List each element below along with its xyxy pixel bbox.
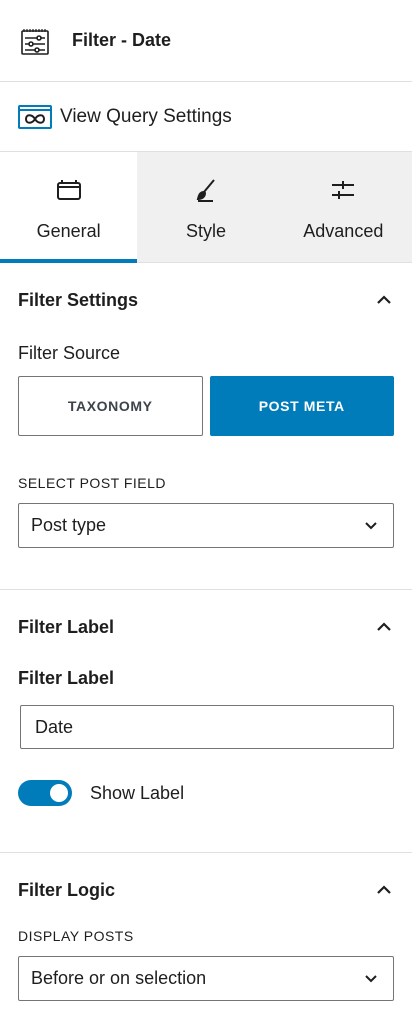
filter-logic-panel: Filter Logic DISPLAY POSTS Before or on … — [0, 853, 412, 1023]
block-title: Filter - Date — [72, 30, 172, 50]
filter-source-label: Filter Source — [18, 343, 121, 363]
chevron-down-icon — [361, 516, 381, 536]
filter-label-panel: Filter Label Filter Label Date Show Labe… — [0, 590, 412, 853]
view-query-settings-label: View Query Settings — [60, 105, 232, 127]
tab-general[interactable]: General — [0, 152, 138, 263]
filter-logic-toggle[interactable]: Filter Logic — [18, 853, 394, 927]
display-posts-select[interactable]: Before or on selection — [18, 956, 394, 1001]
block-header: Filter - Date — [0, 0, 412, 82]
post-meta-button[interactable]: POST META — [209, 376, 394, 436]
filter-label-toggle[interactable]: Filter Label — [18, 590, 394, 664]
filter-settings-panel: Filter Settings Filter Source TAXONOMY P… — [0, 263, 412, 590]
settings-tabs: General Style Advanced — [0, 152, 412, 263]
tab-style-label: Style — [185, 220, 226, 241]
filter-logic-title: Filter Logic — [18, 879, 116, 900]
filter-source-toggle-group: TAXONOMY POST META — [18, 376, 394, 436]
post-field-value: Post type — [31, 515, 107, 535]
display-posts-label: DISPLAY POSTS — [18, 928, 134, 944]
taxonomy-button[interactable]: TAXONOMY — [18, 376, 203, 436]
query-loop-icon — [18, 103, 54, 131]
filter-label-field-label: Filter Label — [18, 668, 115, 688]
display-posts-value: Before or on selection — [31, 968, 207, 988]
chevron-up-icon — [374, 880, 394, 900]
filter-label-input[interactable]: Date — [20, 705, 394, 749]
chevron-up-icon — [374, 290, 394, 310]
show-label-toggle[interactable] — [18, 780, 72, 806]
show-label-text: Show Label — [90, 782, 185, 803]
filter-sliders-icon — [18, 24, 52, 58]
window-icon — [56, 173, 82, 207]
tab-general-label: General — [36, 220, 101, 241]
sliders-icon — [330, 173, 356, 207]
chevron-up-icon — [374, 617, 394, 637]
post-field-select[interactable]: Post type — [18, 503, 394, 548]
filter-label-input-value: Date — [35, 716, 74, 737]
tab-style[interactable]: Style — [137, 152, 275, 262]
filter-settings-title: Filter Settings — [18, 289, 139, 310]
tab-advanced[interactable]: Advanced — [274, 152, 412, 262]
filter-label-title: Filter Label — [18, 616, 115, 637]
chevron-down-icon — [361, 969, 381, 989]
brush-icon — [193, 173, 219, 207]
filter-settings-toggle[interactable]: Filter Settings — [18, 263, 394, 337]
view-query-settings-link[interactable]: View Query Settings — [0, 82, 412, 152]
tab-advanced-label: Advanced — [303, 220, 384, 241]
toggle-knob — [50, 784, 68, 802]
show-label-row: Show Label — [18, 780, 394, 806]
select-post-field-label: SELECT POST FIELD — [18, 475, 167, 491]
